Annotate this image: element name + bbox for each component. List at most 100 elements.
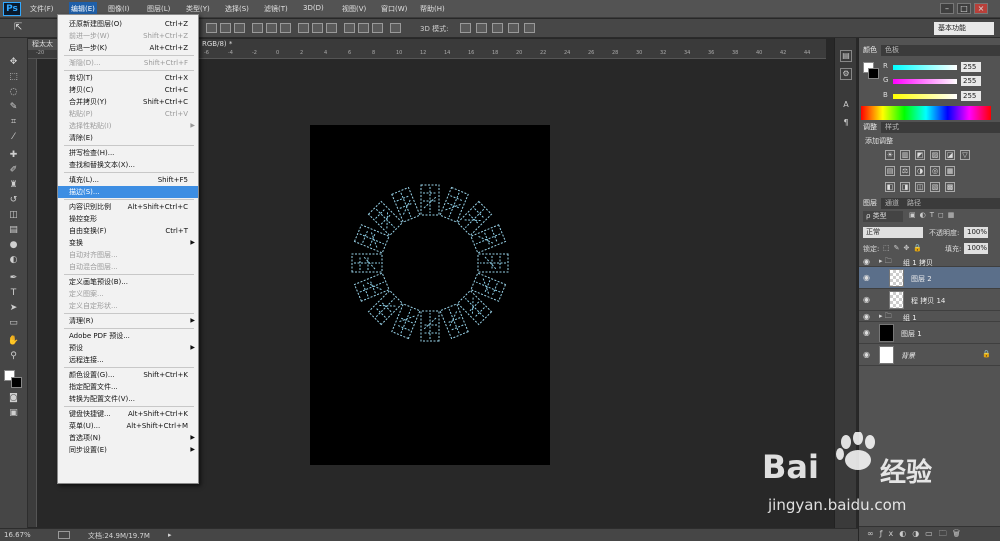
hand-tool-icon[interactable]: ✋: [7, 335, 20, 347]
move-tool-icon[interactable]: ⇱: [14, 22, 22, 33]
distribute-icon[interactable]: [298, 23, 309, 33]
adjustment-icon[interactable]: ▤: [885, 166, 895, 176]
status-menu-arrow-icon[interactable]: ▸: [168, 531, 172, 539]
document-tab[interactable]: 程太太: [28, 39, 57, 50]
character-panel-icon[interactable]: A: [840, 100, 852, 112]
brush-tool-icon[interactable]: ✐: [7, 164, 20, 176]
tab-channels[interactable]: 通道: [881, 198, 903, 209]
edit-menu-item[interactable]: 填充(L)... Shift+F5: [58, 174, 198, 186]
edit-menu-item[interactable]: 拷贝(C) Ctrl+C: [58, 84, 198, 96]
adjustment-icon[interactable]: ◩: [915, 150, 925, 160]
3d-rotate-icon[interactable]: [460, 23, 471, 33]
menu-2[interactable]: 图像(I): [108, 4, 130, 14]
edit-menu-item[interactable]: 转换为配置文件(V)...: [58, 393, 198, 405]
distribute-icon[interactable]: [252, 23, 263, 33]
red-value[interactable]: 255: [961, 62, 981, 72]
shape-tool-icon[interactable]: ▭: [7, 317, 20, 329]
marquee-tool-icon[interactable]: ⬚: [7, 71, 20, 83]
visibility-eye-icon[interactable]: ◉: [863, 273, 870, 282]
visibility-eye-icon[interactable]: ◉: [863, 328, 870, 337]
menu-0[interactable]: 文件(F): [30, 4, 54, 14]
quick-select-icon[interactable]: ✎: [7, 101, 20, 113]
blue-value[interactable]: 255: [961, 91, 981, 101]
distribute-icon[interactable]: [358, 23, 369, 33]
edit-menu-item[interactable]: 内容识别比例 Alt+Shift+Ctrl+C: [58, 201, 198, 213]
distribute-icon[interactable]: [280, 23, 291, 33]
zoom-level[interactable]: 16.67%: [4, 531, 31, 539]
edit-menu-item[interactable]: 操控变形: [58, 213, 198, 225]
distribute-icon[interactable]: [344, 23, 355, 33]
edit-menu-item[interactable]: 合并拷贝(Y) Shift+Ctrl+C: [58, 96, 198, 108]
green-slider[interactable]: [893, 79, 957, 84]
edit-menu-item[interactable]: 后退一步(K) Alt+Ctrl+Z: [58, 42, 198, 54]
align-icon[interactable]: [234, 23, 245, 33]
paragraph-panel-icon[interactable]: ¶: [840, 118, 852, 130]
3d-scale-icon[interactable]: [524, 23, 535, 33]
distribute-icon[interactable]: [372, 23, 383, 33]
visibility-eye-icon[interactable]: ◉: [863, 295, 870, 304]
blue-slider[interactable]: [893, 94, 957, 99]
tab-adjustments[interactable]: 调整: [859, 122, 881, 133]
3d-slide-icon[interactable]: [508, 23, 519, 33]
properties-panel-icon[interactable]: ⚙: [840, 68, 852, 80]
edit-menu-item[interactable]: 变换 ▶: [58, 237, 198, 249]
tab-styles[interactable]: 样式: [881, 122, 903, 133]
edit-menu-item[interactable]: 同步设置(E) ▶: [58, 444, 198, 456]
edit-menu-item[interactable]: 键盘快捷键... Alt+Shift+Ctrl+K: [58, 408, 198, 420]
edit-menu-item[interactable]: 自由变换(F) Ctrl+T: [58, 225, 198, 237]
layer-row[interactable]: ◉ 程 拷贝 14: [859, 289, 1000, 311]
adjustment-icon[interactable]: ◫: [915, 182, 925, 192]
edit-menu-item[interactable]: Adobe PDF 预设...: [58, 330, 198, 342]
color-spectrum[interactable]: [861, 106, 991, 120]
document-tab[interactable]: RGB/8) *: [198, 39, 237, 50]
adjustment-icon[interactable]: ◧: [885, 182, 895, 192]
layer-row[interactable]: ◉ ▸ 🗀 组 1 拷贝: [859, 256, 1000, 267]
edit-menu-item[interactable]: 清理(R) ▶: [58, 315, 198, 327]
menu-3[interactable]: 图层(L): [147, 4, 170, 14]
edit-menu-item[interactable]: 拼写检查(H)...: [58, 147, 198, 159]
edit-menu-item[interactable]: 描边(S)...: [58, 186, 198, 198]
workspace-select[interactable]: 基本功能: [934, 22, 994, 35]
adjustment-icon[interactable]: ▥: [900, 150, 910, 160]
layer-filter-icons[interactable]: ▣◐T◻▦: [909, 211, 994, 222]
lock-icons[interactable]: ⬚✎✥🔒: [883, 244, 926, 252]
edit-menu-item[interactable]: 菜单(U)... Alt+Shift+Ctrl+M: [58, 420, 198, 432]
3d-pan-icon[interactable]: [492, 23, 503, 33]
path-select-icon[interactable]: ➤: [7, 302, 20, 314]
stamp-tool-icon[interactable]: ♜: [7, 179, 20, 191]
adjustment-icon[interactable]: ▨: [930, 150, 940, 160]
adjustment-icon[interactable]: ◑: [915, 166, 925, 176]
distribute-icon[interactable]: [390, 23, 401, 33]
menu-10[interactable]: 帮助(H): [420, 4, 445, 14]
adjustment-icon[interactable]: ◎: [930, 166, 940, 176]
layers-bottom-toolbar[interactable]: ∞ƒx◐◑▭🗀🗑: [859, 526, 1000, 541]
green-value[interactable]: 255: [961, 76, 981, 86]
adjustment-icon[interactable]: ◨: [900, 182, 910, 192]
edit-menu-item[interactable]: 定义画笔预设(B)...: [58, 276, 198, 288]
menu-6[interactable]: 滤镜(T): [264, 4, 288, 14]
lasso-tool-icon[interactable]: ◌: [7, 86, 20, 98]
edit-menu-item[interactable]: 清除(E): [58, 132, 198, 144]
share-icon[interactable]: [58, 531, 70, 539]
red-slider[interactable]: [893, 65, 957, 70]
pen-tool-icon[interactable]: ✒: [7, 272, 20, 284]
edit-menu-item[interactable]: 预设 ▶: [58, 342, 198, 354]
type-tool-icon[interactable]: T: [7, 287, 20, 299]
tab-swatches[interactable]: 色板: [881, 45, 903, 56]
menu-4[interactable]: 类型(Y): [186, 4, 210, 14]
edit-menu-item[interactable]: 查找和替换文本(X)...: [58, 159, 198, 171]
layer-row[interactable]: ◉ 图层 1: [859, 322, 1000, 344]
adjustment-icon[interactable]: ▧: [930, 182, 940, 192]
distribute-icon[interactable]: [326, 23, 337, 33]
tab-paths[interactable]: 路径: [903, 198, 925, 209]
history-panel-icon[interactable]: ▤: [840, 50, 852, 62]
edit-menu-item[interactable]: 指定配置文件...: [58, 381, 198, 393]
align-icon[interactable]: [220, 23, 231, 33]
minimize-icon[interactable]: –: [940, 3, 954, 14]
background-color-swatch[interactable]: [11, 377, 22, 388]
edit-menu-item[interactable]: 首选项(N) ▶: [58, 432, 198, 444]
layer-filter-select[interactable]: ρ 类型: [863, 211, 903, 222]
menu-7[interactable]: 3D(D): [303, 4, 324, 12]
screen-mode-icon[interactable]: ▣: [7, 407, 20, 419]
dodge-tool-icon[interactable]: ◐: [7, 254, 20, 266]
